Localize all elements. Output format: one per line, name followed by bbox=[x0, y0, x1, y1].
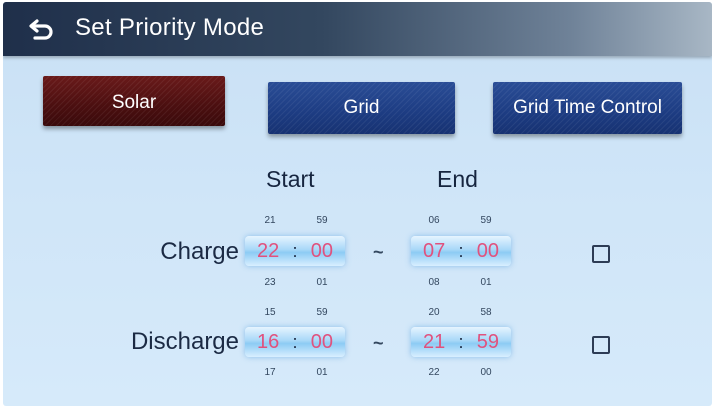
charge-end-hour-prev: 06 bbox=[428, 215, 440, 226]
charge-end-minute-prev: 59 bbox=[480, 215, 492, 226]
charge-start-time-picker[interactable]: 22 : 00 bbox=[245, 236, 345, 266]
discharge-start-hour-next: 17 bbox=[264, 367, 276, 378]
discharge-end-hour-prev: 20 bbox=[428, 307, 440, 318]
charge-end-minute-next: 01 bbox=[480, 277, 492, 288]
charge-start-hour[interactable]: 22 bbox=[257, 240, 279, 263]
solar-mode-button[interactable]: Solar bbox=[43, 76, 225, 126]
discharge-end-minute-prev: 58 bbox=[480, 307, 492, 318]
discharge-end-time-picker[interactable]: 21 : 59 bbox=[411, 327, 511, 357]
charge-start-minute-next: 01 bbox=[316, 277, 328, 288]
discharge-start-hour[interactable]: 16 bbox=[257, 331, 279, 354]
discharge-start-minute-next: 01 bbox=[316, 367, 328, 378]
charge-label: Charge bbox=[160, 238, 239, 265]
discharge-start-minute[interactable]: 00 bbox=[311, 331, 333, 354]
charge-end-hour-next: 08 bbox=[428, 277, 440, 288]
charge-end-hour[interactable]: 07 bbox=[423, 240, 445, 263]
charge-start-minute-prev: 59 bbox=[316, 215, 328, 226]
range-separator: ~ bbox=[373, 242, 384, 262]
charge-start-hour-prev: 21 bbox=[264, 215, 276, 226]
time-colon: : bbox=[458, 331, 464, 352]
discharge-end-hour-next: 22 bbox=[428, 367, 440, 378]
time-colon: : bbox=[292, 331, 298, 352]
charge-enable-checkbox[interactable] bbox=[592, 245, 610, 263]
grid-mode-button[interactable]: Grid bbox=[268, 82, 455, 134]
header-bar: Set Priority Mode bbox=[3, 2, 712, 56]
screen: Set Priority Mode Solar Grid Grid Time C… bbox=[3, 2, 712, 406]
charge-start-minute[interactable]: 00 bbox=[311, 240, 333, 263]
time-colon: : bbox=[292, 240, 298, 261]
end-column-header: End bbox=[437, 166, 478, 192]
discharge-start-minute-prev: 59 bbox=[316, 307, 328, 318]
start-column-header: Start bbox=[266, 166, 315, 192]
discharge-end-minute-next: 00 bbox=[480, 367, 492, 378]
discharge-label: Discharge bbox=[130, 328, 239, 355]
discharge-end-minute[interactable]: 59 bbox=[477, 331, 499, 354]
charge-end-minute[interactable]: 00 bbox=[477, 240, 499, 263]
discharge-start-time-picker[interactable]: 16 : 00 bbox=[245, 327, 345, 357]
time-colon: : bbox=[458, 240, 464, 261]
charge-start-hour-next: 23 bbox=[264, 277, 276, 288]
discharge-enable-checkbox[interactable] bbox=[592, 336, 610, 354]
range-separator: ~ bbox=[373, 333, 384, 353]
back-arrow-icon[interactable] bbox=[29, 17, 57, 41]
grid-time-control-button[interactable]: Grid Time Control bbox=[493, 82, 682, 134]
discharge-end-hour[interactable]: 21 bbox=[423, 331, 445, 354]
page-title: Set Priority Mode bbox=[75, 14, 265, 41]
discharge-start-hour-prev: 15 bbox=[264, 307, 276, 318]
charge-end-time-picker[interactable]: 07 : 00 bbox=[411, 236, 511, 266]
